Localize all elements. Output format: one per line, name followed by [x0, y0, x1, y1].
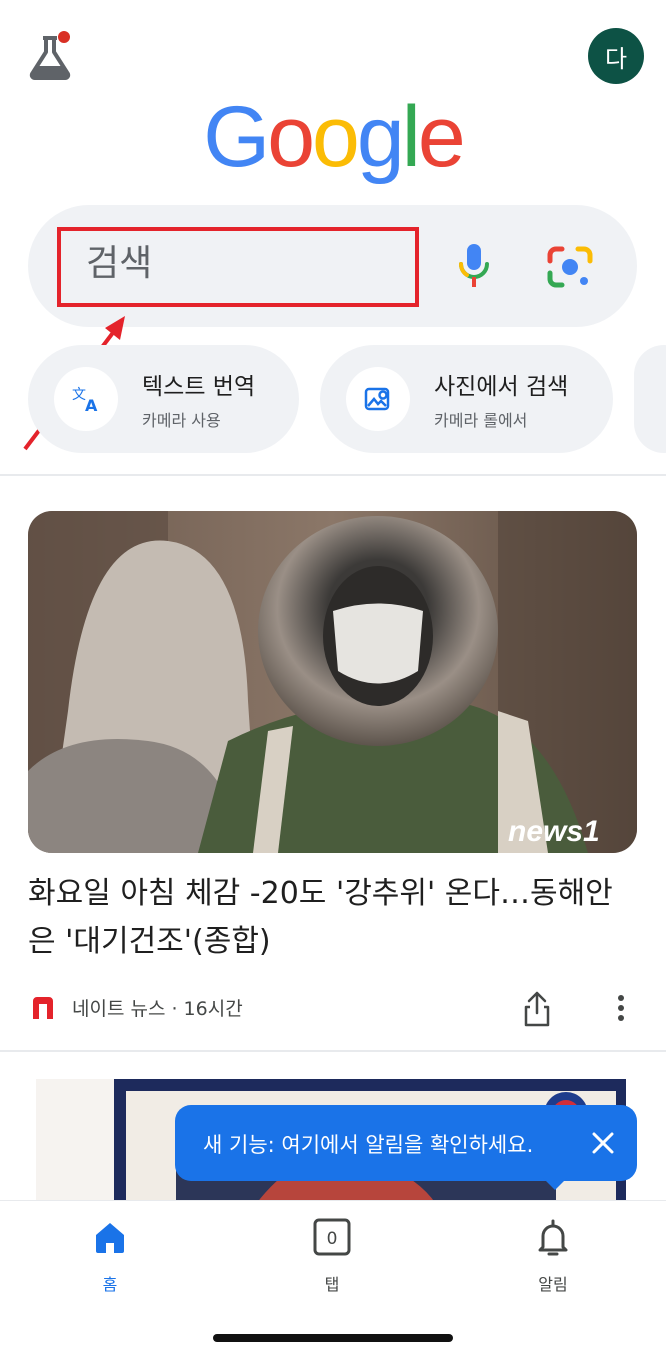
- share-button[interactable]: [520, 989, 554, 1029]
- mic-icon: [458, 244, 489, 287]
- logo-letter: o: [267, 89, 315, 185]
- home-icon: [96, 1223, 124, 1253]
- nav-home-label: 홈: [102, 1275, 118, 1294]
- logo-letter: G: [203, 89, 270, 185]
- tabs-count: 0: [327, 1229, 338, 1249]
- more-chip[interactable]: [634, 345, 666, 453]
- nav-tabs-label: 탭: [324, 1275, 340, 1294]
- logo-letter: l: [401, 89, 421, 185]
- translate-icon: 文 A: [72, 387, 98, 415]
- logo-letter: g: [356, 89, 405, 185]
- tooltip-pointer: [543, 1178, 567, 1190]
- svg-text:A: A: [85, 396, 98, 415]
- more-vert-icon: [618, 995, 624, 1021]
- divider: [0, 1050, 666, 1052]
- account-avatar[interactable]: 다: [588, 28, 644, 84]
- voice-search-button[interactable]: [454, 240, 494, 292]
- avatar-letter: 다: [604, 44, 628, 73]
- more-options-button[interactable]: [608, 993, 634, 1023]
- logo-letter: e: [417, 89, 466, 185]
- tooltip-text: 새 기능: 여기에서 알림을 확인하세요.: [203, 1133, 534, 1157]
- nate-logo-icon: [33, 997, 53, 1019]
- news-image[interactable]: news1: [28, 511, 637, 853]
- nav-home[interactable]: 홈: [60, 1217, 160, 1295]
- translate-icon-wrap: 文 A: [54, 367, 118, 431]
- news-headline[interactable]: 화요일 아침 체감 -20도 '강추위' 온다…동해안은 '대기건조'(종합): [28, 870, 640, 966]
- chip-subtitle: 카메라 사용: [142, 411, 221, 430]
- feature-tooltip[interactable]: 새 기능: 여기에서 알림을 확인하세요.: [175, 1105, 637, 1181]
- news-source: 네이트 뉴스 · 16시간: [72, 998, 243, 1020]
- search-highlight-box: [57, 227, 419, 307]
- tooltip-close-button[interactable]: [585, 1125, 621, 1161]
- nav-alerts-label: 알림: [538, 1275, 568, 1294]
- nav-tabs[interactable]: 0 탭: [282, 1217, 382, 1295]
- notification-dot: [58, 31, 70, 43]
- logo-letter: o: [312, 89, 360, 185]
- bell-icon: [538, 1219, 568, 1256]
- search-by-image-chip[interactable]: 사진에서 검색 카메라 롤에서: [320, 345, 613, 453]
- divider: [0, 474, 666, 476]
- google-lens-icon: [547, 246, 593, 288]
- share-icon: [524, 991, 550, 1027]
- image-search-icon-wrap: [346, 367, 410, 431]
- chip-subtitle: 카메라 롤에서: [434, 411, 528, 430]
- home-indicator: [213, 1334, 453, 1342]
- close-icon: [592, 1132, 614, 1154]
- flask-icon: [29, 31, 71, 80]
- chip-title: 텍스트 번역: [142, 374, 256, 400]
- image-search-icon: [364, 387, 390, 411]
- lens-button[interactable]: [546, 243, 594, 291]
- tabs-icon: 0: [313, 1218, 351, 1256]
- google-logo: Google: [0, 92, 666, 182]
- labs-button[interactable]: [22, 28, 78, 84]
- translate-text-chip[interactable]: 文 A 텍스트 번역 카메라 사용: [28, 345, 299, 453]
- chip-title: 사진에서 검색: [434, 374, 569, 400]
- news-photo: news1: [28, 511, 637, 853]
- svg-text:文: 文: [72, 387, 86, 403]
- news1-watermark: news1: [508, 815, 600, 848]
- nav-alerts[interactable]: 알림: [503, 1217, 603, 1295]
